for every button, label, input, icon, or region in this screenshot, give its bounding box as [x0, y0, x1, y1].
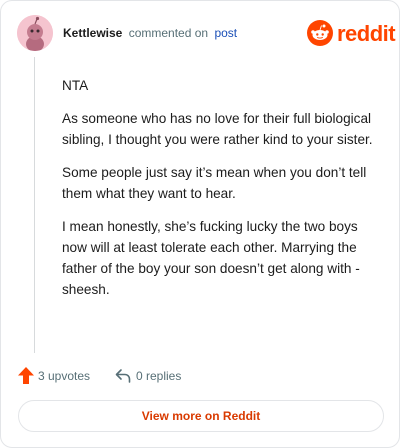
comment-actions: 3 upvotes 0 replies: [17, 365, 383, 387]
avatar-icon[interactable]: [17, 15, 53, 51]
thread-line: [34, 57, 35, 353]
reddit-brand-logo[interactable]: reddit: [307, 20, 396, 48]
reply-count: 0 replies: [136, 369, 182, 383]
comment-body: NTA As someone who has no love for their…: [62, 75, 380, 312]
reddit-snoo-icon: [307, 20, 333, 46]
comment-embed-card: Kettlewise commented on post reddit NTA …: [0, 0, 400, 448]
comment-paragraph: I mean honestly, she’s fucking lucky the…: [62, 219, 360, 297]
comment-paragraph: NTA: [62, 78, 89, 93]
header-text: Kettlewise commented on post: [63, 26, 237, 40]
username-link[interactable]: Kettlewise: [63, 26, 122, 40]
reddit-wordmark: reddit: [337, 21, 396, 46]
view-more-on-reddit-button[interactable]: View more on Reddit: [18, 400, 384, 432]
upvote-count: 3 upvotes: [38, 369, 91, 383]
post-link[interactable]: post: [214, 26, 237, 40]
comment-paragraph: As someone who has no love for their ful…: [62, 111, 373, 147]
upvote-arrow-icon: [18, 367, 34, 384]
comment-paragraph: Some people just say it’s mean when you …: [62, 165, 367, 201]
commented-on-text: commented on: [128, 26, 209, 40]
reply-button[interactable]: 0 replies: [115, 365, 195, 387]
upvote-button[interactable]: 3 upvotes: [17, 365, 97, 387]
reply-arrow-icon: [115, 369, 131, 383]
comment-header: Kettlewise commented on post reddit: [17, 15, 396, 55]
